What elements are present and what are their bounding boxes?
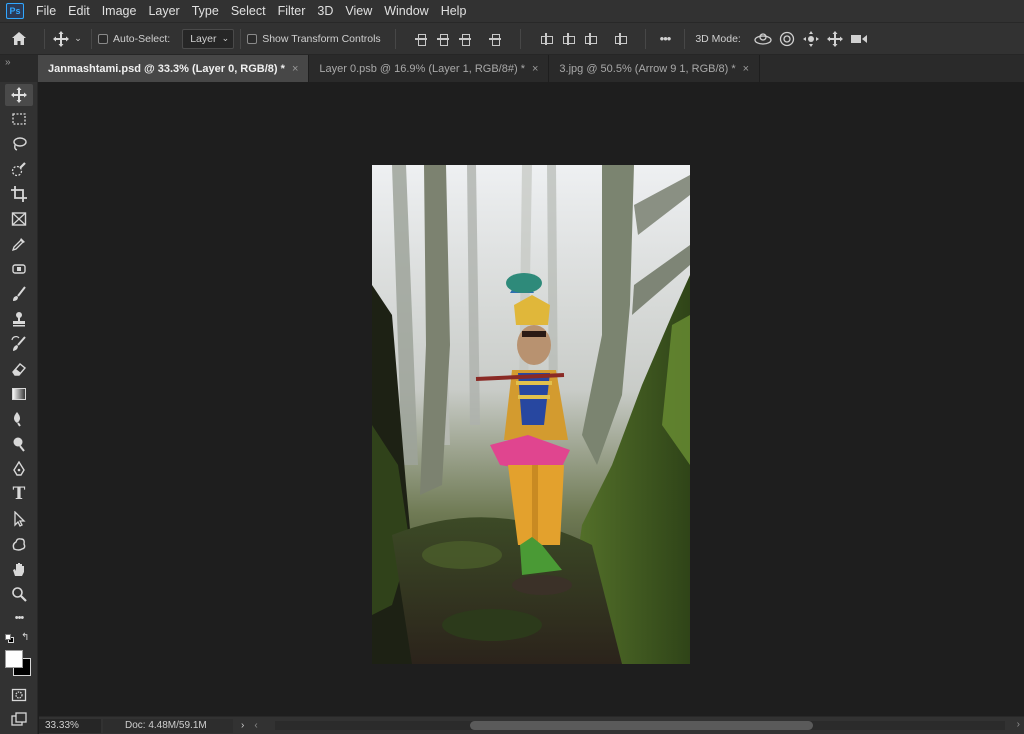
auto-select-target-value: Layer [190, 32, 217, 45]
distribute-horizontal-icon[interactable] [613, 32, 627, 46]
frame-tool-icon[interactable] [5, 208, 33, 230]
menu-filter[interactable]: Filter [272, 0, 312, 22]
photoshop-logo-icon[interactable]: Ps [6, 3, 24, 19]
lasso-tool-icon[interactable] [5, 133, 33, 155]
collapse-panel-icon[interactable]: » [0, 55, 38, 82]
history-brush-tool-icon[interactable] [5, 333, 33, 355]
close-icon[interactable]: × [743, 63, 749, 75]
clone-stamp-tool-icon[interactable] [5, 308, 33, 330]
show-transform-controls-checkbox[interactable] [247, 33, 258, 44]
tab-layer-0[interactable]: Layer 0.psb @ 16.9% (Layer 1, RGB/8#) * … [309, 55, 550, 82]
slide-3d-camera-icon[interactable] [823, 30, 847, 47]
status-menu-arrow-icon[interactable]: › [241, 720, 244, 731]
auto-select-checkbox[interactable] [98, 33, 108, 44]
tools-panel: T ••• ↰ [0, 82, 38, 734]
align-top-edges-icon[interactable] [539, 32, 553, 46]
menu-3d[interactable]: 3D [311, 0, 339, 22]
canvas-area[interactable] [39, 82, 1024, 716]
spot-healing-brush-tool-icon[interactable] [5, 258, 33, 280]
blur-tool-icon[interactable] [5, 408, 33, 430]
menu-type[interactable]: Type [186, 0, 225, 22]
document-canvas-image[interactable] [372, 165, 690, 664]
horizontal-scrollbar-thumb[interactable] [470, 721, 813, 730]
zoom-3d-camera-icon[interactable] [847, 33, 871, 45]
align-left-edges-icon[interactable] [414, 32, 428, 46]
pan-3d-camera-icon[interactable] [799, 30, 823, 47]
hand-tool-icon[interactable] [5, 558, 33, 580]
gradient-tool-icon[interactable] [5, 383, 33, 405]
rectangular-marquee-tool-icon[interactable] [5, 108, 33, 130]
type-tool-icon[interactable]: T [5, 483, 33, 505]
dodge-tool-icon[interactable] [5, 433, 33, 455]
eyedropper-tool-icon[interactable] [5, 233, 33, 255]
zoom-tool-icon[interactable] [5, 583, 33, 605]
show-transform-controls-label: Show Transform Controls [262, 32, 381, 45]
menu-layer[interactable]: Layer [142, 0, 185, 22]
document-tab-bar: » Janmashtami.psd @ 33.3% (Layer 0, RGB/… [0, 55, 1024, 82]
align-vertical-centers-icon[interactable] [561, 32, 575, 46]
tool-preset-chevron-down-icon[interactable]: ⌄ [71, 33, 85, 44]
separator [519, 28, 521, 49]
orbit-3d-camera-icon[interactable] [751, 32, 775, 46]
foreground-color-swatch[interactable] [5, 650, 23, 668]
pen-tool-icon[interactable] [5, 458, 33, 480]
auto-select-label: Auto-Select: [113, 32, 171, 45]
edit-toolbar-more-icon[interactable]: ••• [5, 607, 33, 629]
menu-select[interactable]: Select [225, 0, 272, 22]
screen-mode-icon[interactable] [5, 708, 33, 730]
menu-window[interactable]: Window [378, 0, 434, 22]
separator [684, 28, 686, 49]
tab-janmashtami[interactable]: Janmashtami.psd @ 33.3% (Layer 0, RGB/8)… [38, 55, 310, 82]
align-horizontal-centers-icon[interactable] [436, 32, 450, 46]
menu-help[interactable]: Help [435, 0, 473, 22]
tab-title: 3.jpg @ 50.5% (Arrow 9 1, RGB/8) * [559, 62, 736, 75]
crop-tool-icon[interactable] [5, 183, 33, 205]
eraser-tool-icon[interactable] [5, 358, 33, 380]
separator [644, 28, 646, 49]
scroll-right-arrow-icon[interactable]: › [1017, 719, 1020, 730]
menu-view[interactable]: View [339, 0, 378, 22]
3d-mode-label: 3D Mode: [695, 32, 741, 45]
default-colors-icon[interactable] [5, 634, 14, 643]
align-bottom-edges-icon[interactable] [583, 32, 597, 46]
document-size-info[interactable]: Doc: 4.48M/59.1M [103, 718, 233, 733]
auto-select-target-dropdown[interactable]: Layer ⌄ [182, 28, 235, 49]
custom-shape-tool-icon[interactable] [5, 533, 33, 555]
tab-title: Layer 0.psb @ 16.9% (Layer 1, RGB/8#) * [319, 62, 525, 75]
horizontal-scrollbar[interactable] [275, 721, 1005, 730]
quick-mask-mode-icon[interactable] [5, 684, 33, 706]
quick-selection-tool-icon[interactable] [5, 158, 33, 180]
move-tool-icon[interactable] [51, 30, 71, 47]
move-tool-icon[interactable] [5, 84, 33, 106]
separator [240, 28, 242, 49]
menu-bar: Ps File Edit Image Layer Type Select Fil… [0, 0, 1024, 22]
tab-title: Janmashtami.psd @ 33.3% (Layer 0, RGB/8)… [48, 62, 285, 75]
more-options-button[interactable]: ••• [660, 31, 672, 46]
status-bar: 33.33% Doc: 4.48M/59.1M › ‹ › [39, 716, 1024, 734]
distribute-vertical-icon[interactable] [488, 32, 502, 46]
zoom-level-field[interactable]: 33.33% [39, 718, 101, 733]
home-icon[interactable] [0, 31, 38, 46]
scroll-left-arrow-icon[interactable]: ‹ [254, 720, 257, 731]
brush-tool-icon[interactable] [5, 283, 33, 305]
swap-colors-icon[interactable]: ↰ [21, 632, 29, 643]
menu-edit[interactable]: Edit [62, 0, 96, 22]
path-selection-tool-icon[interactable] [5, 508, 33, 530]
close-icon[interactable]: × [292, 63, 298, 75]
separator [394, 28, 396, 49]
forest-krishna-photo [372, 165, 690, 664]
separator [44, 28, 45, 49]
menu-image[interactable]: Image [96, 0, 143, 22]
align-right-edges-icon[interactable] [458, 32, 472, 46]
chevron-down-icon: ⌄ [221, 33, 230, 43]
menu-file[interactable]: File [30, 0, 62, 22]
tab-3-jpg[interactable]: 3.jpg @ 50.5% (Arrow 9 1, RGB/8) * × [549, 55, 761, 82]
roll-3d-camera-icon[interactable] [775, 31, 799, 47]
options-bar: ⌄ Auto-Select: Layer ⌄ Show Transform Co… [0, 22, 1024, 55]
separator [91, 28, 92, 49]
close-icon[interactable]: × [532, 63, 538, 75]
